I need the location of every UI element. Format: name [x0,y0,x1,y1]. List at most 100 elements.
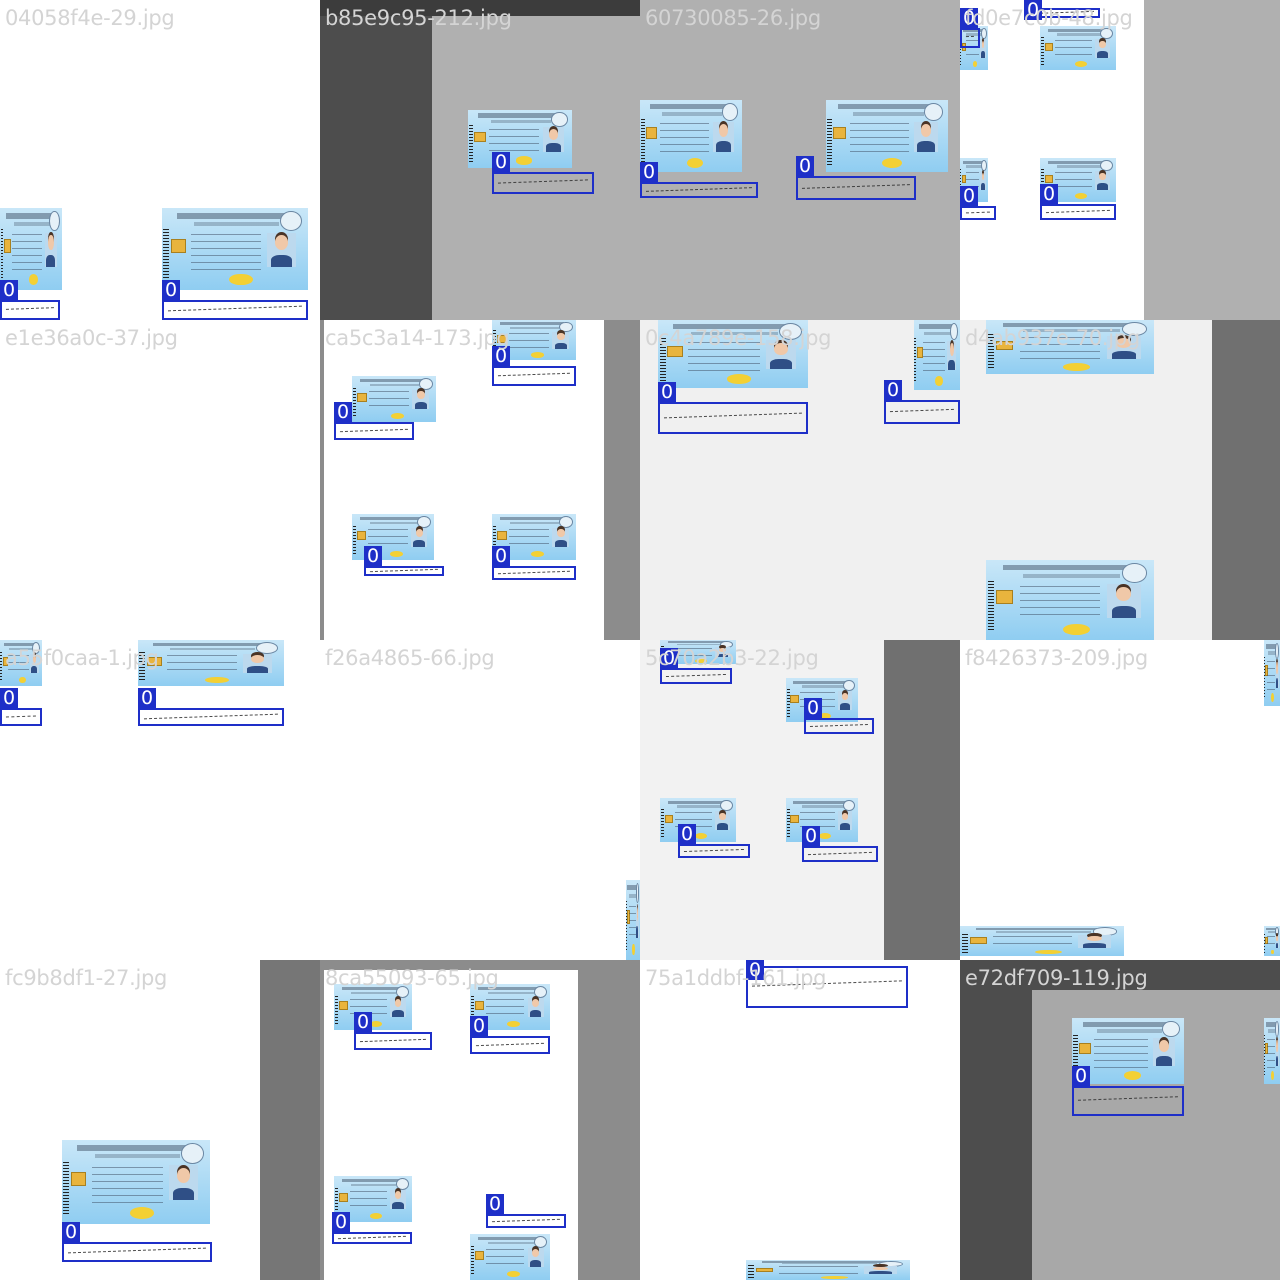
card-hologram [28,273,39,286]
letterbox-fill [432,16,640,320]
garuda-seal-icon [843,679,856,692]
card-hologram [390,412,405,420]
barcode-icon [1264,1035,1265,1078]
barcode-icon [641,118,646,165]
card-id-number [801,685,844,688]
letterbox-fill [1212,320,1280,640]
mosaic-tile: 0 0 60730085-26.jpg [640,0,960,320]
card-text-lines [628,905,636,941]
portrait-photo-icon [1152,1037,1176,1066]
card-text-lines [1055,172,1092,192]
bounding-box [1072,1086,1184,1116]
card-text-lines [1267,661,1275,691]
class-label: 0 [796,156,815,176]
letterbox-fill [604,320,640,640]
class-label: 0 [492,152,511,172]
class-label: 0 [802,826,821,846]
card-hologram [229,273,253,286]
image-filename: 8ca55093-65.jpg [325,966,499,990]
chip-icon [833,127,847,140]
garuda-seal-icon [720,799,733,812]
barcode-icon [747,1265,755,1278]
portrait-photo-icon [636,904,639,938]
chip-icon [357,393,367,402]
chip-icon [996,590,1014,604]
chip-icon [338,1001,348,1010]
card-id-number [662,112,722,116]
card-text-lines [91,1166,163,1204]
letterbox-fill [320,320,324,640]
card-id-number [852,112,924,116]
class-label: 0 [658,382,677,402]
card-id-number [370,383,420,387]
mosaic-grid: 0 0 04058f4e-29.jpg 0 b85e9c95-212.jpg 0 0 6073… [0,0,1280,1280]
card-header-text [793,800,848,804]
card-text-lines [1055,40,1092,60]
card-header-text [360,378,425,382]
bounding-box [678,844,750,858]
portrait-photo-icon [412,389,430,410]
thai-id-card-icon [470,1234,550,1280]
class-label: 0 [492,546,511,566]
portrait-photo-icon [714,811,730,831]
barcode-icon [470,1245,474,1276]
thai-id-card-icon [334,984,412,1030]
handwriting-strip [889,408,955,416]
class-label: 0 [486,1194,505,1214]
card-hologram [389,550,403,558]
garuda-seal-icon [924,102,944,121]
portrait-photo-icon [527,1247,544,1268]
card-header-text [478,1236,539,1240]
image-filename: a55f0caa-1.jpg [5,646,159,670]
chip-icon [338,1193,348,1202]
card-id-number [170,647,255,651]
card-text-lines [349,1190,388,1211]
chip-icon [70,1171,87,1186]
portrait-photo-icon [1094,39,1110,59]
card-id-number [1022,573,1121,578]
chip-icon [170,239,186,253]
card-id-number [194,221,279,227]
card-text-lines [660,123,710,155]
handwriting-strip [807,851,873,858]
garuda-seal-icon [1100,159,1113,172]
garuda-seal-icon [558,515,573,528]
bounding-box [62,1242,212,1262]
class-label: 0 [1040,184,1059,204]
garuda-seal-icon [980,159,987,172]
card-hologram [819,833,831,840]
class-label: 0 [678,824,697,844]
image-filename: b85e9c95-212.jpg [325,6,512,30]
handwriting-strip [663,412,803,422]
mosaic-tile: f26a4865-66.jpg [320,640,640,960]
thai-id-card-icon [626,880,640,960]
handwriting-strip [965,211,991,217]
image-filename: e72df709-119.jpg [965,966,1148,990]
garuda-seal-icon [949,322,959,341]
card-hologram [632,944,635,956]
class-label: 0 [364,546,383,566]
card-id-number [487,1241,534,1245]
barcode-icon [0,651,3,682]
image-filename: d4ab937e-70.jpg [965,326,1140,350]
card-id-number [782,1263,878,1265]
portrait-photo-icon [390,997,406,1018]
class-label: 0 [354,1012,373,1032]
bounding-box [960,206,996,220]
card-header-text [176,212,288,219]
bounding-box [332,1232,412,1244]
class-label: 0 [470,1016,489,1036]
portrait-photo-icon [267,232,297,268]
handwriting-strip [369,569,439,576]
thai-id-card-icon [1040,26,1116,70]
class-label: 0 [332,1212,351,1232]
card-hologram [369,1212,383,1220]
bounding-box [960,28,980,48]
handwriting-strip [1077,1096,1179,1105]
thai-id-card-icon [1264,1018,1280,1084]
portrait-photo-icon [1094,171,1110,191]
handwriting-strip [359,1038,427,1045]
card-text-lines [1267,1039,1275,1069]
portrait-photo-icon [1106,584,1141,618]
class-label: 0 [0,688,19,708]
